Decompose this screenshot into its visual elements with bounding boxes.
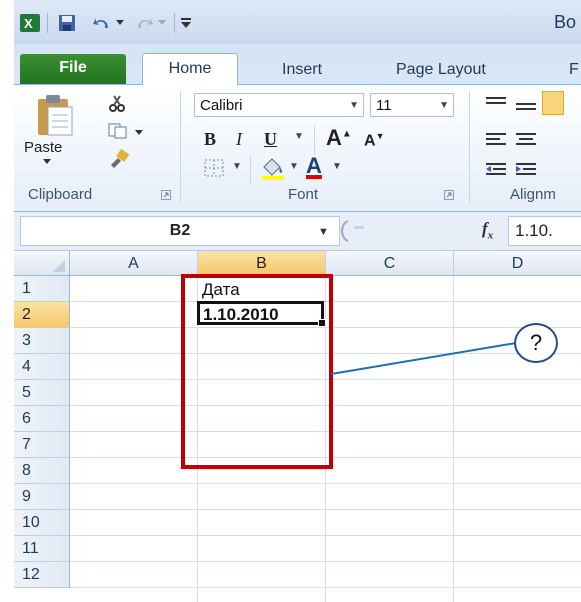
row-header-7[interactable]: 7	[14, 432, 70, 458]
row-header-1[interactable]: 1	[14, 276, 70, 302]
row-header-5[interactable]: 5	[14, 380, 70, 406]
align-left-icon[interactable]	[484, 131, 508, 149]
column-header-d[interactable]: D	[454, 251, 581, 276]
tab-insert[interactable]: Insert	[282, 61, 322, 79]
divider	[47, 13, 48, 33]
undo-icon[interactable]	[92, 14, 112, 32]
decrease-font-size-icon[interactable]: A▼	[364, 131, 384, 150]
font-group-label: Font	[288, 186, 319, 203]
window-title: Bo	[554, 12, 577, 32]
fill-color-icon[interactable]	[260, 155, 286, 181]
title-bar: X Bo	[14, 0, 581, 44]
tab-formulas[interactable]: F	[569, 61, 579, 79]
name-box[interactable]: B2	[20, 216, 340, 246]
divider	[314, 125, 315, 155]
font-size-combo[interactable]: 11 ▼	[370, 93, 454, 117]
select-all-button[interactable]	[14, 251, 70, 276]
borders-dropdown-icon[interactable]: ▼	[232, 161, 242, 172]
insert-function-icon[interactable]: fx	[482, 219, 493, 241]
font-color-icon[interactable]: A	[306, 153, 322, 179]
column-header-b[interactable]: B	[198, 251, 326, 276]
paste-dropdown-icon[interactable]	[42, 158, 52, 166]
formula-bar: B2 ▼ fx 1.10.	[14, 212, 581, 251]
fill-color-dropdown-icon[interactable]: ▼	[289, 161, 299, 172]
name-box-dropdown-icon[interactable]: ▼	[318, 226, 329, 238]
row-header-3[interactable]: 3	[14, 328, 70, 354]
redo-dropdown-icon[interactable]	[157, 19, 167, 37]
ribbon-home: Paste Clipboard Calibri ▼ 11 ▼ B I U ▼ A…	[14, 85, 581, 212]
row-header-8[interactable]: 8	[14, 458, 70, 484]
row-header-10[interactable]: 10	[14, 510, 70, 536]
align-center-icon[interactable]	[514, 131, 538, 149]
tab-home[interactable]: Home	[142, 53, 238, 86]
tab-page-layout[interactable]: Page Layout	[396, 61, 486, 79]
group-separator	[469, 91, 470, 203]
underline-dropdown-icon[interactable]: ▼	[294, 131, 304, 142]
italic-icon[interactable]: I	[236, 129, 242, 150]
row-header-9[interactable]: 9	[14, 484, 70, 510]
formula-bar-splitter-icon[interactable]	[336, 220, 356, 242]
ribbon-tabs: File Home Insert Page Layout F	[14, 44, 581, 86]
column-header-c[interactable]: C	[326, 251, 454, 276]
increase-font-size-icon[interactable]: A▲	[326, 125, 352, 151]
row-header-11[interactable]: 11	[14, 536, 70, 562]
paste-icon[interactable]	[34, 93, 74, 137]
group-separator	[180, 91, 181, 203]
divider	[250, 155, 251, 183]
excel-logo-icon: X	[20, 14, 40, 32]
worksheet-grid[interactable]: A B C D 1 2 3 4 5 6 7 8 9 10 11 12 Дата	[14, 251, 581, 602]
highlight-rectangle	[181, 274, 333, 469]
font-name-combo[interactable]: Calibri ▼	[194, 93, 364, 117]
increase-indent-icon[interactable]	[514, 161, 538, 179]
align-bottom-icon[interactable]	[542, 91, 564, 115]
copy-dropdown-icon[interactable]	[134, 129, 144, 137]
align-top-icon[interactable]	[484, 95, 508, 111]
undo-dropdown-icon[interactable]	[115, 19, 125, 37]
tab-file[interactable]: File	[20, 54, 126, 84]
bold-icon[interactable]: B	[204, 129, 216, 150]
row-header-12[interactable]: 12	[14, 562, 70, 588]
row-header-4[interactable]: 4	[14, 354, 70, 380]
select-all-triangle-icon	[53, 260, 65, 272]
font-launcher-icon[interactable]	[444, 190, 454, 200]
font-color-dropdown-icon[interactable]: ▼	[332, 161, 342, 172]
clipboard-group-label: Clipboard	[28, 186, 93, 203]
align-middle-icon[interactable]	[514, 99, 538, 115]
copy-icon[interactable]	[108, 123, 128, 139]
redo-icon[interactable]	[134, 14, 154, 32]
row-header-2[interactable]: 2	[14, 302, 70, 328]
format-painter-icon[interactable]	[108, 149, 130, 169]
alignment-group-label: Alignm	[510, 186, 556, 203]
borders-icon[interactable]	[204, 159, 224, 177]
divider	[354, 226, 364, 229]
chevron-down-icon: ▼	[439, 100, 449, 111]
font-size-value: 11	[376, 97, 392, 114]
save-icon[interactable]	[58, 14, 76, 32]
svg-text:X: X	[24, 16, 33, 31]
paste-label[interactable]: Paste	[24, 139, 62, 156]
row-header-6[interactable]: 6	[14, 406, 70, 432]
decrease-indent-icon[interactable]	[484, 161, 508, 179]
chevron-down-icon: ▼	[349, 100, 359, 111]
column-header-a[interactable]: A	[70, 251, 198, 276]
customize-quick-access-icon[interactable]	[180, 17, 192, 35]
excel-window: X Bo File Home Insert Page Layout F Past…	[14, 0, 581, 602]
clipboard-launcher-icon[interactable]	[161, 190, 171, 200]
formula-input[interactable]: 1.10.	[508, 216, 581, 246]
cut-icon[interactable]	[108, 95, 126, 113]
font-name-value: Calibri	[200, 97, 243, 114]
underline-icon[interactable]: U	[264, 129, 277, 150]
divider	[174, 13, 175, 33]
callout-bubble: ?	[514, 323, 558, 363]
